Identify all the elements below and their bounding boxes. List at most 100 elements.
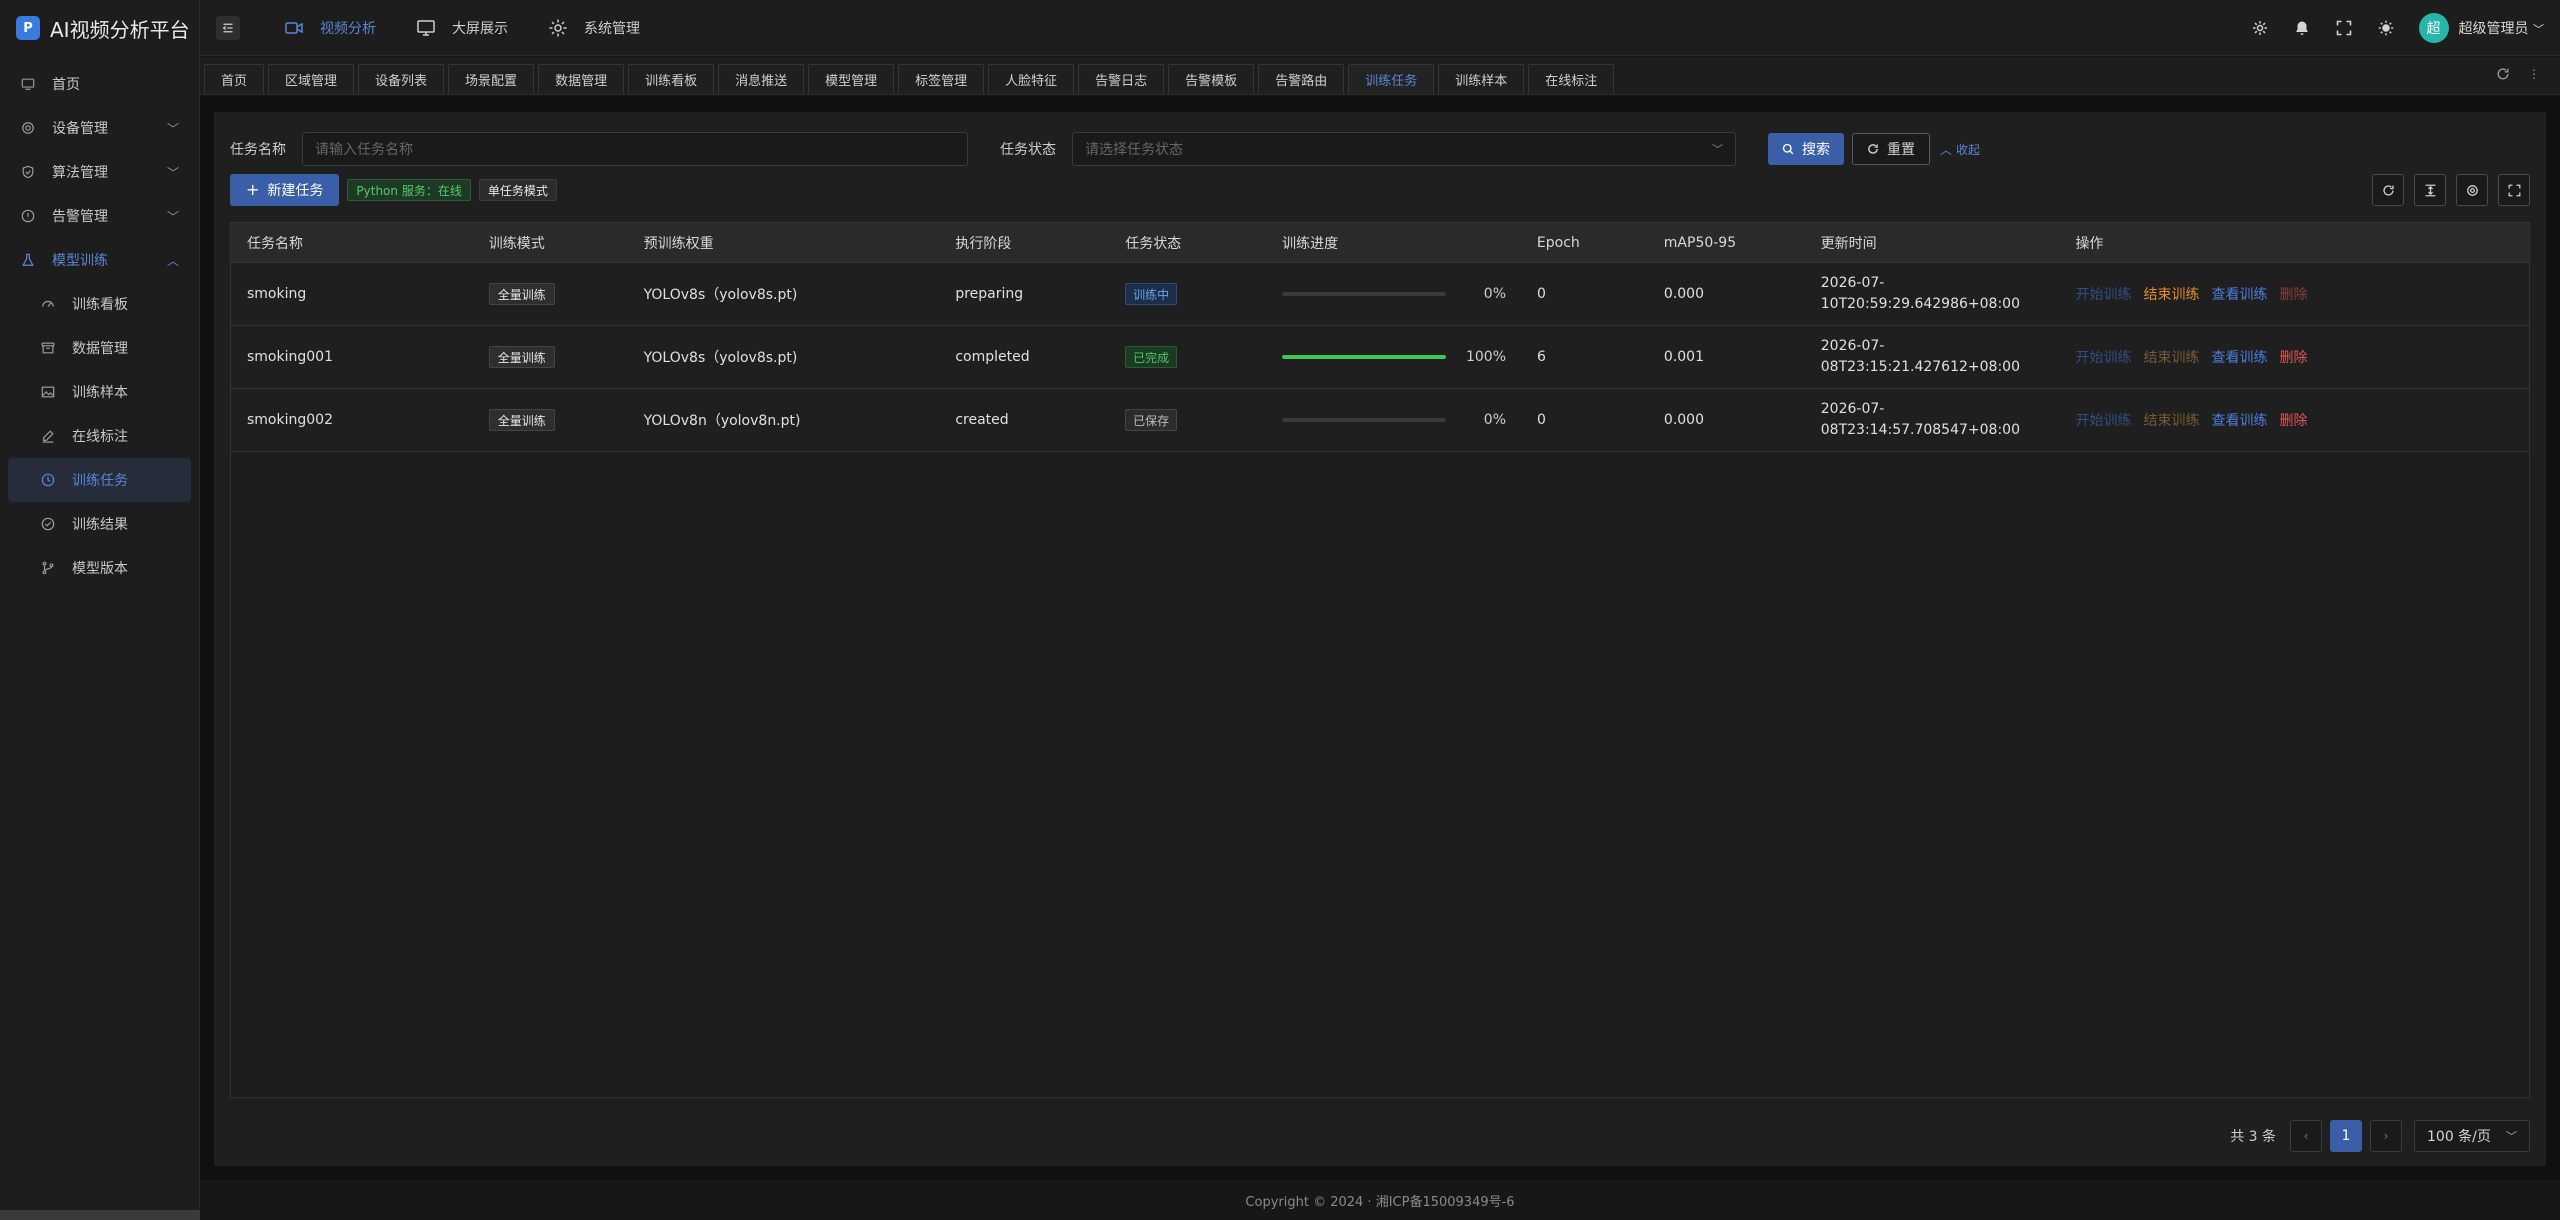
start-training-button[interactable]: 开始训练 — [2076, 410, 2132, 430]
plus-icon: + — [246, 180, 260, 199]
sidebar-item-device[interactable]: 设备管理 ﹀ — [0, 106, 199, 150]
task-name-label: 任务名称 — [230, 142, 286, 158]
stop-training-button[interactable]: 结束训练 — [2144, 347, 2200, 367]
delete-button[interactable]: 删除 — [2280, 410, 2308, 430]
avatar[interactable]: 超 — [2418, 13, 2449, 43]
search-button[interactable]: 搜索 — [1768, 133, 1844, 165]
table-fullscreen-button[interactable] — [2498, 174, 2530, 206]
sidebar-scrollbar[interactable] — [0, 1210, 200, 1220]
progress-bar — [1282, 292, 1447, 296]
page-number-button[interactable]: 1 — [2330, 1120, 2362, 1152]
sidebar-sub-training-results[interactable]: 训练结果 — [0, 502, 199, 546]
cell-status: 训练中 — [1109, 283, 1266, 305]
sidebar-sub-training-board[interactable]: 训练看板 — [0, 282, 199, 326]
sidebar-sub-label: 在线标注 — [72, 429, 128, 445]
task-status-select[interactable]: 请选择任务状态 ﹀ — [1072, 132, 1736, 166]
pagination: 共 3 条 ‹ 1 › 100 条/页 ﹀ — [2230, 1120, 2530, 1152]
app-root: P AI视频分析平台 首页 设备管理 ﹀ 算法管理 ﹀ 告警管理 ﹀ 模型训练 … — [0, 0, 2560, 1220]
sidebar-sub-model-versions[interactable]: 模型版本 — [0, 546, 199, 590]
sidebar-item-model-training[interactable]: 模型训练 ︿ — [0, 238, 199, 282]
task-name-input[interactable]: 请输入任务名称 — [302, 132, 968, 166]
tab-face-features[interactable]: 人脸特征 — [988, 64, 1075, 94]
sidebar-sub-data-management[interactable]: 数据管理 — [0, 326, 199, 370]
top-nav-system[interactable]: 系统管理 — [528, 0, 660, 56]
more-vertical-icon[interactable]: ⋮ — [2528, 67, 2540, 85]
tab-alert-log[interactable]: 告警日志 — [1078, 64, 1165, 94]
header-actions: 超 超级管理员 ﹀ — [2251, 0, 2544, 56]
collapse-link[interactable]: ︿ 收起 — [1940, 141, 1980, 158]
top-nav-video-analysis[interactable]: 视频分析 — [264, 0, 396, 56]
status-badge: 已保存 — [1125, 409, 1178, 431]
start-training-button[interactable]: 开始训练 — [2076, 284, 2132, 304]
tab-scene-config[interactable]: 场景配置 — [448, 64, 535, 94]
chevron-right-icon: › — [2383, 1129, 2389, 1143]
sidebar-item-algorithm[interactable]: 算法管理 ﹀ — [0, 150, 199, 194]
prev-page-button[interactable]: ‹ — [2290, 1120, 2322, 1152]
updated-time-text: 2026-07-10T20:59:29.642986+08:00 — [1820, 275, 2020, 312]
sidebar-sub-online-annotation[interactable]: 在线标注 — [0, 414, 199, 458]
clock-icon — [40, 472, 56, 488]
sidebar-sub-training-tasks[interactable]: 训练任务 — [8, 458, 191, 502]
search-button-label: 搜索 — [1802, 141, 1830, 157]
delete-button[interactable]: 删除 — [2280, 284, 2308, 304]
logo[interactable]: P AI视频分析平台 — [0, 0, 199, 56]
start-training-button[interactable]: 开始训练 — [2076, 347, 2132, 367]
tab-area-management[interactable]: 区域管理 — [268, 64, 355, 94]
delete-button[interactable]: 删除 — [2280, 347, 2308, 367]
refresh-icon[interactable] — [2496, 67, 2510, 85]
sidebar-sub-training-samples[interactable]: 训练样本 — [0, 370, 199, 414]
top-nav-label: 视频分析 — [320, 20, 376, 37]
next-page-button[interactable]: › — [2370, 1120, 2402, 1152]
tab-label-management[interactable]: 标签管理 — [898, 64, 985, 94]
stop-training-button[interactable]: 结束训练 — [2144, 410, 2200, 430]
chevron-down-icon: ﹀ — [166, 122, 179, 136]
table-settings-button[interactable] — [2456, 174, 2488, 206]
sidebar-item-home[interactable]: 首页 — [0, 62, 199, 106]
settings-icon — [2466, 184, 2478, 196]
tab-alert-route[interactable]: 告警路由 — [1258, 64, 1345, 94]
new-task-button[interactable]: + 新建任务 — [230, 174, 340, 206]
view-training-button[interactable]: 查看训练 — [2212, 347, 2268, 367]
table-refresh-button[interactable] — [2372, 174, 2404, 206]
sun-icon[interactable] — [2377, 19, 2395, 37]
col-pretrained-weight: 预训练权重 — [643, 235, 714, 252]
cell-weight: YOLOv8n（yolov8n.pt) — [643, 413, 801, 429]
tab-message-push[interactable]: 消息推送 — [718, 64, 805, 94]
tab-data-management[interactable]: 数据管理 — [538, 64, 625, 94]
cell-progress: 100% — [1266, 349, 1521, 365]
menu-collapse-button[interactable] — [216, 15, 240, 40]
tab-home[interactable]: 首页 — [204, 64, 265, 94]
tab-device-list[interactable]: 设备列表 — [358, 64, 445, 94]
top-header: 视频分析 大屏展示 系统管理 超 超级管理员 ﹀ — [200, 0, 2560, 56]
fullscreen-icon — [2508, 184, 2520, 196]
chevron-down-icon: ﹀ — [166, 210, 179, 224]
reset-button[interactable]: 重置 — [1852, 133, 1930, 165]
image-icon — [40, 384, 56, 400]
column-height-icon — [2425, 184, 2435, 196]
tab-alert-template[interactable]: 告警模板 — [1168, 64, 1255, 94]
page-size-select[interactable]: 100 条/页 ﹀ — [2414, 1120, 2530, 1152]
table-density-button[interactable] — [2414, 174, 2446, 206]
user-menu[interactable]: 超级管理员 ﹀ — [2459, 18, 2544, 38]
toolbar: + 新建任务 Python 服务：在线 单任务模式 — [230, 174, 557, 206]
col-actions: 操作 — [2075, 235, 2104, 252]
tab-training-samples[interactable]: 训练样本 — [1438, 64, 1525, 94]
search-icon — [1782, 143, 1794, 155]
progress-text: 0% — [1483, 286, 1507, 302]
tab-online-annotation[interactable]: 在线标注 — [1528, 64, 1615, 94]
chevron-left-icon: ‹ — [2303, 1129, 2309, 1143]
table-header: 任务名称 训练模式 预训练权重 执行阶段 任务状态 训练进度 Epoch mAP… — [231, 223, 2529, 263]
tab-training-tasks[interactable]: 训练任务 — [1348, 64, 1435, 94]
fullscreen-icon[interactable] — [2335, 19, 2353, 37]
sidebar-item-alert[interactable]: 告警管理 ﹀ — [0, 194, 199, 238]
view-training-button[interactable]: 查看训练 — [2212, 410, 2268, 430]
settings-icon[interactable] — [2251, 19, 2269, 37]
top-nav-big-screen[interactable]: 大屏展示 — [396, 0, 528, 56]
stop-training-button[interactable]: 结束训练 — [2144, 284, 2200, 304]
bell-icon[interactable] — [2293, 19, 2311, 37]
view-training-button[interactable]: 查看训练 — [2212, 284, 2268, 304]
tab-model-management[interactable]: 模型管理 — [808, 64, 895, 94]
cell-epoch: 6 — [1537, 349, 1546, 365]
tab-training-board[interactable]: 训练看板 — [628, 64, 715, 94]
cell-mode: 全量训练 — [473, 409, 628, 431]
